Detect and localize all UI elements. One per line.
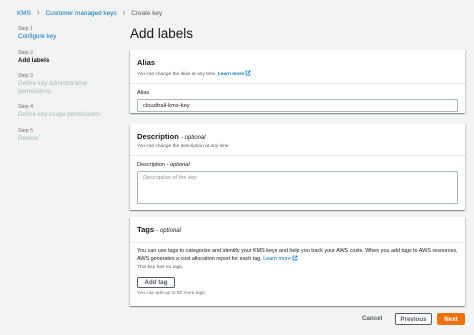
step-5: Step 5 Review (18, 128, 118, 143)
step-number: Step 1 (18, 26, 33, 32)
step-3: Step 3 Define key administrative permiss… (18, 73, 118, 95)
add-tag-button[interactable]: Add tag (137, 276, 175, 288)
breadcrumb-customer-managed-keys[interactable]: Customer managed keys (46, 10, 117, 17)
page-title: Add labels (130, 26, 194, 41)
step-name: Add labels (18, 56, 50, 64)
next-button[interactable]: Next (437, 313, 465, 325)
tags-empty-text: This key has no tags. (137, 264, 184, 270)
wizard-steps: Step 1 Configure key Step 2 Add labels S… (18, 26, 118, 151)
tags-panel: Tags - optional You can use tags to cate… (130, 217, 465, 306)
step-number: Step 3 (18, 73, 33, 79)
chevron-right-icon: › (36, 8, 40, 17)
step-name[interactable]: Configure key (18, 33, 118, 41)
step-4: Step 4 Define key usage permissions (18, 104, 118, 119)
description-panel: Description - optional You can change th… (130, 124, 465, 210)
tags-description: You can use tags to categorize and ident… (137, 248, 458, 263)
step-name: Define key usage permissions (18, 111, 101, 118)
description-textarea[interactable]: Description of the key (137, 171, 458, 204)
step-1[interactable]: Step 1 Configure key (18, 26, 118, 41)
tags-learn-more-link[interactable]: Learn more (263, 256, 298, 262)
alias-panel: Alias You can change the alias at any ti… (130, 50, 465, 113)
breadcrumb: KMS › Customer managed keys › Create key (17, 9, 162, 17)
alias-input[interactable]: cloudtrail-kms-key (137, 99, 458, 112)
tags-limit-text: You can add up to 50 more tags. (137, 290, 207, 296)
step-name: Define key administrative permissions (18, 80, 88, 95)
step-number: Step 2 (18, 49, 33, 56)
breadcrumb-kms[interactable]: KMS (17, 10, 31, 17)
description-panel-description: You can change the description at any ti… (137, 144, 230, 149)
step-name: Review (18, 134, 39, 142)
cancel-button[interactable]: Cancel (362, 315, 382, 322)
external-link-icon (245, 70, 251, 76)
description-panel-title: Description - optional (137, 132, 206, 141)
step-2: Step 2 Add labels (18, 50, 118, 65)
step-number: Step 5 (18, 127, 33, 134)
tags-panel-title: Tags - optional (137, 225, 181, 234)
alias-field-label: Alias (137, 90, 150, 96)
step-number: Step 4 (18, 104, 33, 110)
breadcrumb-create-key: Create key (131, 9, 163, 17)
previous-button[interactable]: Previous (395, 313, 432, 325)
alias-panel-title: Alias (137, 58, 156, 67)
alias-panel-description: You can change the alias at any time. Le… (137, 70, 458, 77)
external-link-icon (292, 256, 298, 261)
description-field-label: Description - optional (137, 162, 190, 168)
alias-learn-more-link[interactable]: Learn more (218, 70, 251, 77)
chevron-right-icon: › (122, 8, 126, 17)
